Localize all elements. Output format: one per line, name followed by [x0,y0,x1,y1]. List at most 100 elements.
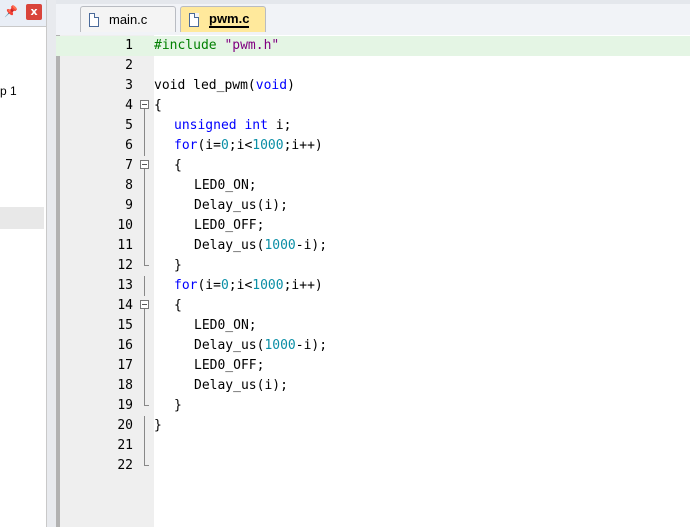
tree-item-label[interactable]: p 1 [0,84,17,98]
code-line[interactable]: 6 for(i=0;i<1000;i++) [56,136,690,156]
fold-guide-line [140,316,152,336]
file-icon [189,12,199,27]
tab-main-c[interactable]: main.c [80,6,176,32]
code-token: -i); [295,238,328,253]
code-token: 1000 [264,338,296,353]
tree-selected-row[interactable] [0,207,44,229]
line-number: 10 [117,218,133,233]
code-token: { [174,158,182,173]
code-line[interactable]: 22 [56,456,690,476]
code-line[interactable]: 9 Delay_us(i); [56,196,690,216]
fold-margin [140,56,152,76]
code-line[interactable]: 3 void led_pwm(void) [56,76,690,96]
line-number: 8 [125,178,133,193]
line-number: 22 [117,458,133,473]
code-line[interactable]: 4{ [56,96,690,116]
code-token: 0 [220,278,229,293]
code-text: Delay_us(1000-i); [154,336,327,356]
code-text: for(i=0;i<1000;i++) [154,136,323,156]
code-editor[interactable]: 1 #include "pwm.h" 2 3 void led_pwm(void) 4{5… [56,35,690,527]
line-number: 13 [117,278,133,293]
code-token: } [154,418,162,433]
fold-guide-line [140,356,152,376]
project-panel: 📌 x p 1 [0,0,47,527]
tab-bar-top-strip [56,0,690,4]
fold-guide-line [140,216,152,236]
code-text: Delay_us(i); [154,196,288,216]
code-token: void [154,78,186,93]
code-line[interactable]: 10 LED0_OFF; [56,216,690,236]
code-token: { [154,98,162,113]
code-line[interactable]: 2 [56,56,690,76]
line-number: 3 [125,78,133,93]
code-token: 1000 [264,238,296,253]
code-line[interactable]: 14 { [56,296,690,316]
code-token: (i= [197,138,221,153]
code-line[interactable]: 20} [56,416,690,436]
panel-splitter[interactable] [47,0,56,527]
code-line[interactable]: 19} [56,396,690,416]
code-token: for [174,278,198,293]
code-text: LED0_ON; [154,316,257,336]
fold-toggle-icon[interactable] [140,296,152,316]
fold-guide-line [140,136,152,156]
line-number: 20 [117,418,133,433]
code-line[interactable]: 8 LED0_ON; [56,176,690,196]
code-line[interactable]: 18 Delay_us(i); [56,376,690,396]
line-number: 7 [125,158,133,173]
tab-pwm-c[interactable]: pwm.c [180,6,266,32]
code-line[interactable]: 13 for(i=0;i<1000;i++) [56,276,690,296]
code-text: LED0_OFF; [154,356,264,376]
fold-end-marker [140,396,152,416]
code-token: LED0_OFF; [194,218,265,233]
fold-guide-line [140,196,152,216]
line-number: 5 [125,118,133,133]
line-number: 11 [117,238,133,253]
code-token: -i); [295,338,328,353]
line-number: 19 [117,398,133,413]
line-number: 4 [125,98,133,113]
code-token: int [244,118,268,133]
fold-toggle-icon[interactable] [140,156,152,176]
code-text: Delay_us(i); [154,376,288,396]
fold-margin [140,36,152,56]
code-line[interactable]: 17 LED0_OFF; [56,356,690,376]
code-line[interactable]: 5 unsigned int i; [56,116,690,136]
pin-icon[interactable]: 📌 [4,5,18,19]
code-line[interactable]: 1 #include "pwm.h" [56,36,690,56]
line-number: 9 [125,198,133,213]
code-text: unsigned int i; [154,116,291,136]
fold-guide-line [140,376,152,396]
code-token: #include [154,38,225,53]
code-text: { [154,96,162,116]
code-token: LED0_OFF; [194,358,265,373]
line-number: 17 [117,358,133,373]
code-token: Delay_us(i); [194,198,288,213]
code-line[interactable]: 12} [56,256,690,276]
fold-guide-line [140,236,152,256]
code-text: LED0_ON; [154,176,257,196]
code-token: Delay_us( [194,238,265,253]
code-token: LED0_ON; [194,318,257,333]
close-icon[interactable]: x [26,4,42,20]
fold-guide-line [140,276,152,296]
code-token: 1000 [252,278,284,293]
code-token: ;i++) [283,278,323,293]
fold-guide-line [140,176,152,196]
fold-toggle-icon[interactable] [140,96,152,116]
code-line[interactable]: 15 LED0_ON; [56,316,690,336]
fold-guide-line [140,416,152,436]
code-line[interactable]: 21 [56,436,690,456]
code-line[interactable]: 11 Delay_us(1000-i); [56,236,690,256]
code-token: { [174,298,182,313]
code-token: ;i++) [283,138,323,153]
code-token: ) [287,78,295,93]
code-line[interactable]: 7{ [56,156,690,176]
line-number: 14 [117,298,133,313]
code-line[interactable]: 16 Delay_us(1000-i); [56,336,690,356]
tab-label: pwm.c [209,11,250,28]
line-number: 12 [117,258,133,273]
code-token: unsigned [174,118,237,133]
code-token: 1000 [252,138,284,153]
code-token: Delay_us(i); [194,378,288,393]
